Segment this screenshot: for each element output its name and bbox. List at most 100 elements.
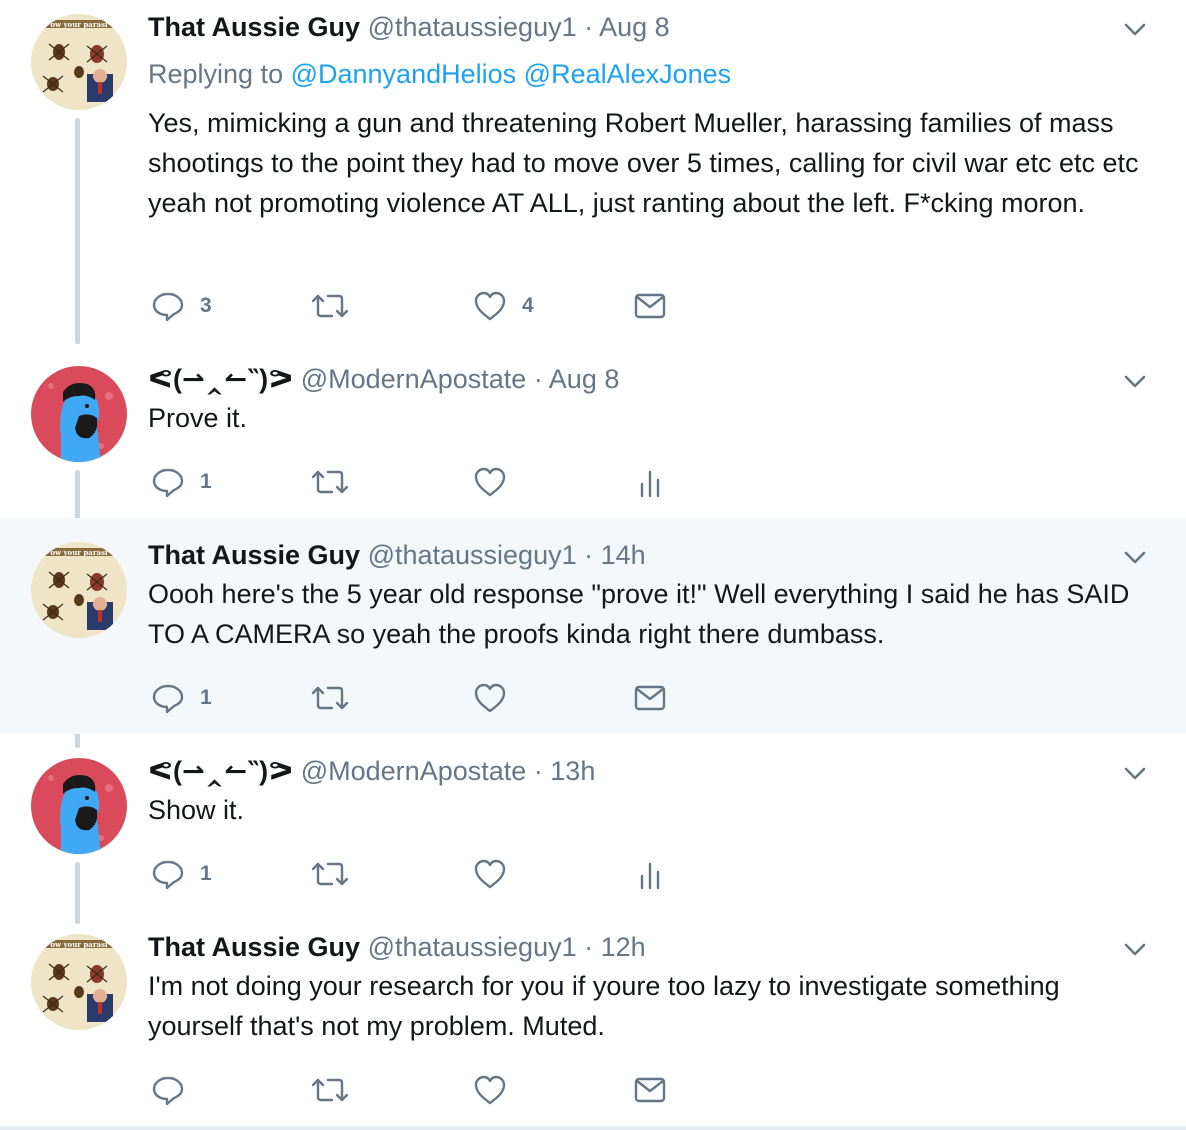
tweet[interactable]: ᕙ(⇀‸↼‶)ᕗ @ModernApostate · Aug 8 Prove i… xyxy=(0,348,1186,518)
author-handle[interactable]: @thataussieguy1 xyxy=(368,12,577,42)
tweet-actions: 1 xyxy=(150,854,690,894)
tweet-actions: 1 xyxy=(150,462,690,502)
reply-count: 1 xyxy=(200,862,212,885)
tweet[interactable]: ow your parasi That Aussie Guy @thatauss… xyxy=(0,518,1186,734)
tweet-header: That Aussie Guy @thataussieguy1 · 12h xyxy=(148,931,646,963)
analytics-button[interactable] xyxy=(632,462,668,502)
chevron-down-icon[interactable] xyxy=(1120,14,1150,44)
author-name[interactable]: That Aussie Guy xyxy=(148,12,360,42)
author-name[interactable]: ᕙ(⇀‸↼‶)ᕗ xyxy=(148,756,293,786)
reply-icon xyxy=(152,684,184,714)
chevron-down-icon[interactable] xyxy=(1120,542,1150,572)
separator: · xyxy=(576,932,601,962)
envelope-icon xyxy=(634,293,666,319)
reply-button[interactable]: 1 xyxy=(150,462,212,502)
timestamp[interactable]: 13h xyxy=(550,756,595,786)
tweet[interactable]: ow your parasi That Aussie Guy @thatauss… xyxy=(0,0,1186,348)
retweet-button[interactable] xyxy=(310,286,350,326)
tweet-actions: 3 4 xyxy=(150,286,690,326)
reply-icon xyxy=(152,860,184,890)
separator: · xyxy=(526,756,551,786)
retweet-icon xyxy=(311,686,349,710)
timestamp[interactable]: 14h xyxy=(601,540,646,570)
author-handle[interactable]: @ModernApostate xyxy=(301,756,527,786)
like-button[interactable] xyxy=(472,854,508,894)
reply-button[interactable]: 3 xyxy=(150,286,212,326)
heart-icon xyxy=(474,467,506,497)
reply-icon xyxy=(152,1076,184,1106)
reply-button[interactable]: 1 xyxy=(150,854,212,894)
tweet-actions: 1 xyxy=(150,678,690,718)
author-handle[interactable]: @ModernApostate xyxy=(301,364,527,394)
analytics-icon xyxy=(640,862,660,890)
tweet-header: ᕙ(⇀‸↼‶)ᕗ @ModernApostate · Aug 8 xyxy=(148,363,619,395)
bearded-man-avatar-icon xyxy=(31,366,127,462)
reply-icon xyxy=(152,292,184,322)
spider-collage-avatar-icon: ow your parasi xyxy=(31,934,127,1030)
author-name[interactable]: That Aussie Guy xyxy=(148,540,360,570)
retweet-button[interactable] xyxy=(310,678,350,718)
heart-icon xyxy=(474,291,506,321)
replying-label: Replying to xyxy=(148,59,291,89)
reply-button[interactable] xyxy=(150,1070,186,1110)
reply-button[interactable]: 1 xyxy=(150,678,212,718)
avatar[interactable]: ow your parasi xyxy=(31,14,127,110)
envelope-icon xyxy=(634,685,666,711)
avatar[interactable] xyxy=(31,366,127,462)
separator: · xyxy=(576,12,600,42)
analytics-icon xyxy=(640,470,660,498)
spider-collage-avatar-icon: ow your parasi xyxy=(31,14,127,110)
avatar[interactable] xyxy=(31,758,127,854)
bearded-man-avatar-icon xyxy=(31,758,127,854)
retweet-icon xyxy=(311,294,349,318)
avatar[interactable]: ow your parasi xyxy=(31,934,127,1030)
tweet-header: That Aussie Guy @thataussieguy1 · 14h xyxy=(148,539,646,571)
retweet-button[interactable] xyxy=(310,854,350,894)
separator: · xyxy=(526,364,549,394)
timestamp[interactable]: Aug 8 xyxy=(549,364,620,394)
avatar[interactable]: ow your parasi xyxy=(31,542,127,638)
timestamp[interactable]: 12h xyxy=(601,932,646,962)
heart-icon xyxy=(474,859,506,889)
replying-to: Replying to @DannyandHelios @RealAlexJon… xyxy=(148,58,731,90)
svg-text:ow your parasi: ow your parasi xyxy=(50,548,108,557)
author-name[interactable]: That Aussie Guy xyxy=(148,932,360,962)
analytics-button[interactable] xyxy=(632,854,668,894)
reply-mention[interactable]: @RealAlexJones xyxy=(524,59,732,89)
direct-message-button[interactable] xyxy=(632,286,668,326)
author-handle[interactable]: @thataussieguy1 xyxy=(368,932,577,962)
separator: · xyxy=(576,540,601,570)
tweet-header: That Aussie Guy @thataussieguy1 · Aug 8 xyxy=(148,11,670,43)
retweet-button[interactable] xyxy=(310,462,350,502)
spider-collage-avatar-icon: ow your parasi xyxy=(31,542,127,638)
tweet-text: Oooh here's the 5 year old response "pro… xyxy=(148,579,1130,649)
tweet[interactable]: ow your parasi That Aussie Guy @thatauss… xyxy=(0,910,1186,1126)
author-handle[interactable]: @thataussieguy1 xyxy=(368,540,577,570)
author-name[interactable]: ᕙ(⇀‸↼‶)ᕗ xyxy=(148,364,293,394)
like-button[interactable]: 4 xyxy=(472,286,534,326)
like-button[interactable] xyxy=(472,462,508,502)
tweet-text: Prove it. xyxy=(148,403,248,433)
timestamp[interactable]: Aug 8 xyxy=(599,12,670,42)
direct-message-button[interactable] xyxy=(632,678,668,718)
chevron-down-icon[interactable] xyxy=(1120,934,1150,964)
tweet-header: ᕙ(⇀‸↼‶)ᕗ @ModernApostate · 13h xyxy=(148,755,595,787)
chevron-down-icon[interactable] xyxy=(1120,366,1150,396)
envelope-icon xyxy=(634,1077,666,1103)
direct-message-button[interactable] xyxy=(632,1070,668,1110)
reply-count: 3 xyxy=(200,294,212,317)
like-button[interactable] xyxy=(472,678,508,718)
chevron-down-icon[interactable] xyxy=(1120,758,1150,788)
retweet-button[interactable] xyxy=(310,1070,350,1110)
heart-icon xyxy=(474,683,506,713)
svg-text:ow your parasi: ow your parasi xyxy=(50,20,108,29)
divider xyxy=(0,1126,1186,1130)
reply-mention[interactable]: @DannyandHelios xyxy=(291,59,517,89)
reply-count: 1 xyxy=(200,686,212,709)
tweet[interactable]: ᕙ(⇀‸↼‶)ᕗ @ModernApostate · 13h Show it. … xyxy=(0,734,1186,910)
like-button[interactable] xyxy=(472,1070,508,1110)
reply-count: 1 xyxy=(200,470,212,493)
retweet-icon xyxy=(311,1078,349,1102)
retweet-icon xyxy=(311,862,349,886)
svg-text:ow your parasi: ow your parasi xyxy=(50,940,108,949)
